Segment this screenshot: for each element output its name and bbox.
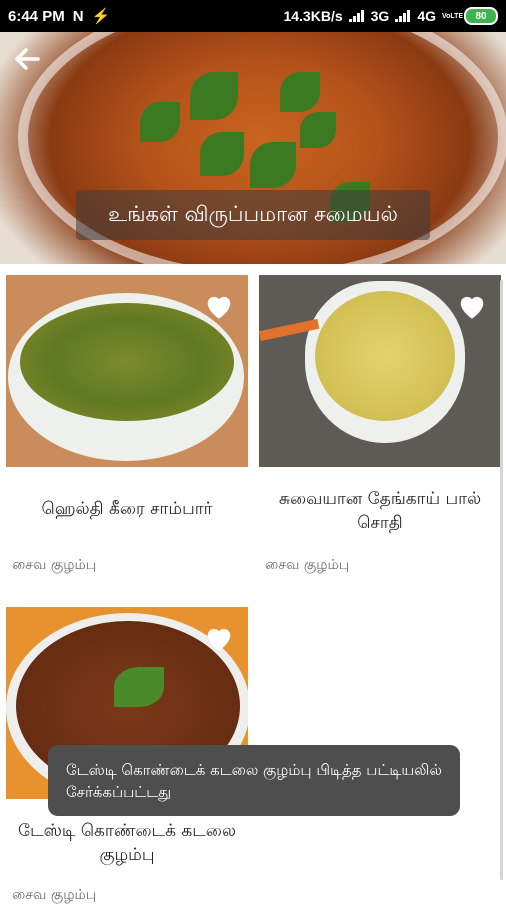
cilantro-leaf — [200, 132, 244, 176]
signal-icon — [348, 10, 365, 22]
recipe-category: சைவ குழம்பு — [12, 557, 97, 573]
network-type-3g: 3G — [370, 8, 390, 24]
favorite-heart-icon[interactable] — [202, 289, 236, 323]
battery-icon: 80 — [464, 7, 498, 25]
network-speed: 14.3KB/s — [283, 8, 343, 24]
notification-icon: N — [72, 7, 84, 25]
favorite-heart-icon[interactable] — [202, 621, 236, 655]
recipe-image — [259, 275, 501, 467]
recipe-card[interactable]: சுவையான தேங்காய் பால் சொதி சைவ குழம்பு — [259, 275, 501, 575]
recipe-category: சைவ குழம்பு — [265, 557, 350, 573]
toast-message: டேஸ்டி கொண்டைக் கடலை குழம்பு பிடித்த பட்… — [48, 745, 460, 816]
charging-icon: ⚡ — [91, 8, 111, 25]
recipe-title: ஹெல்தி கீரை சாம்பார் — [41, 499, 213, 519]
cilantro-leaf — [140, 102, 180, 142]
back-button[interactable] — [12, 44, 48, 80]
arrow-left-icon — [15, 48, 40, 70]
signal-icon-2 — [395, 10, 411, 22]
cilantro-leaf — [280, 72, 320, 112]
network-type-4g: 4G — [417, 8, 436, 24]
recipe-card[interactable]: ஹெல்தி கீரை சாம்பார் சைவ குழம்பு — [6, 275, 248, 575]
recipe-category: சைவ குழம்பு — [12, 887, 97, 903]
recipe-image — [6, 275, 248, 467]
volte-badge: VoLTE — [442, 12, 464, 20]
favorite-heart-icon[interactable] — [455, 289, 489, 323]
page-title-banner: உங்கள் விருப்பமான சமையல் — [76, 190, 430, 240]
status-bar: 6:44 PM N ⚡ 14.3KB/s 3G 4G VoLTE 80 — [0, 0, 506, 32]
cilantro-leaf — [190, 72, 238, 120]
cilantro-leaf — [300, 112, 336, 148]
cilantro-garnish — [114, 667, 164, 707]
scrollbar[interactable] — [500, 280, 503, 880]
soup — [315, 291, 455, 421]
clock: 6:44 PM — [8, 7, 65, 25]
battery-level: 80 — [475, 10, 487, 22]
recipe-title: டேஸ்டி கொண்டைக் கடலை குழம்பு — [18, 821, 236, 865]
cilantro-leaf — [250, 142, 296, 188]
recipe-title: சுவையான தேங்காய் பால் சொதி — [278, 489, 482, 533]
